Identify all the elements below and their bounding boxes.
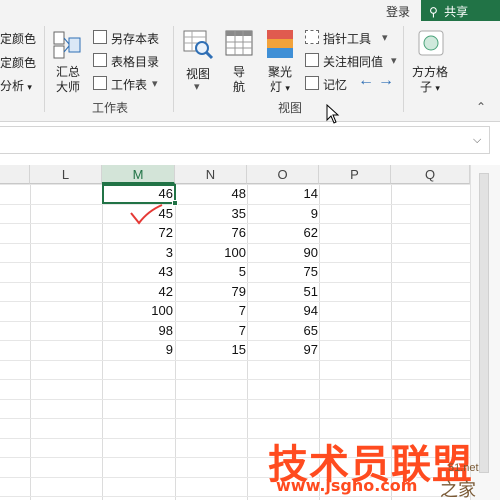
title-bar: 登录 ⚲ 共享 xyxy=(0,0,500,21)
selected-cell-m1[interactable] xyxy=(102,184,176,204)
table-dir-icon xyxy=(93,53,107,67)
table-cell[interactable]: 100 xyxy=(102,302,175,320)
chevron-down-icon: ▾ xyxy=(194,81,200,93)
ribbon-separator xyxy=(173,26,174,112)
table-cell[interactable]: 76 xyxy=(175,224,248,242)
person-icon: ⚲ xyxy=(429,5,438,19)
table-cell[interactable]: 3 xyxy=(102,244,175,262)
check-mark-annotation-icon xyxy=(130,204,163,225)
formula-bar[interactable]: ⌵ xyxy=(0,126,490,154)
spotlight-color-bars-icon xyxy=(267,30,293,58)
summary-master-label-2: 大师 xyxy=(56,80,81,94)
table-cell[interactable]: 75 xyxy=(247,263,320,281)
memo-label: 记忆 xyxy=(323,78,348,92)
table-cell[interactable]: 9 xyxy=(247,205,320,223)
grid-line xyxy=(0,359,470,361)
watermark-url: www.jsgho.com xyxy=(276,476,418,495)
worksheet-label: 工作表 xyxy=(111,78,148,92)
table-cell[interactable]: 15 xyxy=(175,341,248,359)
chevron-down-icon: ▾ xyxy=(391,55,397,67)
table-cell[interactable]: 51 xyxy=(247,283,320,301)
column-header-o[interactable]: O xyxy=(247,165,319,184)
table-cell[interactable]: 62 xyxy=(247,224,320,242)
table-cell[interactable]: 90 xyxy=(247,244,320,262)
color-cmd-1[interactable]: 定颜色 xyxy=(0,30,36,47)
table-cell[interactable]: 5 xyxy=(175,263,248,281)
chevron-down-icon: ▾ xyxy=(382,32,388,44)
table-cell[interactable]: 79 xyxy=(175,283,248,301)
square-grid-icon xyxy=(418,30,444,56)
ribbon-separator xyxy=(403,26,404,112)
pointer-tool-label: 指针工具 xyxy=(323,32,372,46)
mouse-cursor-icon xyxy=(326,104,340,124)
table-cell[interactable]: 48 xyxy=(175,185,248,203)
view-magnifier-icon xyxy=(183,30,214,60)
column-header-m[interactable]: M xyxy=(102,165,175,184)
login-link[interactable]: 登录 xyxy=(386,3,410,20)
watermark-side-text: 51.net xyxy=(448,462,479,474)
table-cell[interactable]: 7 xyxy=(175,302,248,320)
share-button[interactable]: ⚲ 共享 xyxy=(421,0,500,21)
column-header-l[interactable]: L xyxy=(30,165,102,184)
chevron-down-icon[interactable]: ⌵ xyxy=(473,134,481,147)
grid-line xyxy=(30,184,31,500)
arrow-right-icon[interactable]: → xyxy=(378,72,394,90)
worksheet-icon xyxy=(93,76,107,90)
column-header-p[interactable]: P xyxy=(319,165,391,184)
color-cmd-2[interactable]: 定颜色 xyxy=(0,54,36,71)
table-cell[interactable]: 42 xyxy=(102,283,175,301)
ribbon-separator xyxy=(44,26,45,112)
fill-handle[interactable] xyxy=(172,200,178,206)
vertical-scrollbar[interactable] xyxy=(470,165,500,500)
table-cell[interactable]: 100 xyxy=(175,244,248,262)
navigation-grid-icon xyxy=(225,30,253,56)
focus-same-label: 关注相同值 xyxy=(323,55,384,69)
table-cell[interactable]: 35 xyxy=(175,205,248,223)
summary-master-icon xyxy=(53,31,81,59)
grid-line xyxy=(0,398,470,400)
spotlight-label-2: 灯 ▾ xyxy=(270,80,290,94)
chevron-down-icon: ▾ xyxy=(152,78,158,90)
table-dir-label: 表格目录 xyxy=(111,55,160,69)
table-cell[interactable]: 14 xyxy=(247,185,320,203)
memo-icon xyxy=(305,76,319,90)
share-label: 共享 xyxy=(444,5,469,19)
view-group-label: 视图 xyxy=(278,101,303,115)
grid-line xyxy=(0,379,470,380)
column-header-q[interactable]: Q xyxy=(391,165,470,184)
table-cell[interactable]: 98 xyxy=(102,322,175,340)
save-sheet-label: 另存本表 xyxy=(111,32,160,46)
table-cell[interactable]: 97 xyxy=(247,341,320,359)
worksheet-group-label: 工作表 xyxy=(92,101,129,115)
watermark-home-text: 之家 xyxy=(440,480,476,500)
column-header-blank xyxy=(0,165,30,184)
table-cell[interactable]: 7 xyxy=(175,322,248,340)
collapse-ribbon-icon[interactable]: ⌃ xyxy=(476,100,486,114)
navigation-label-2: 航 xyxy=(233,80,246,94)
scrollbar-thumb[interactable] xyxy=(479,173,489,473)
grid-line xyxy=(0,418,470,419)
pointer-tool-icon xyxy=(305,30,319,44)
column-header-n[interactable]: N xyxy=(175,165,247,184)
analysis-cmd[interactable]: 分析 ▾ xyxy=(0,77,32,94)
grid-line xyxy=(0,496,470,497)
table-cell[interactable]: 94 xyxy=(247,302,320,320)
arrow-left-icon[interactable]: ← xyxy=(358,72,374,90)
table-cell[interactable]: 43 xyxy=(102,263,175,281)
ribbon: 登录 ⚲ 共享 定颜色 定颜色 分析 ▾ 汇总 大师 另存本表 表格目录 工作表… xyxy=(0,0,500,124)
table-cell[interactable]: 9 xyxy=(102,341,175,359)
table-cell[interactable]: 65 xyxy=(247,322,320,340)
save-sheet-icon xyxy=(93,30,107,44)
focus-same-icon xyxy=(305,53,319,67)
square-grid-label-2: 子 ▾ xyxy=(420,80,440,94)
